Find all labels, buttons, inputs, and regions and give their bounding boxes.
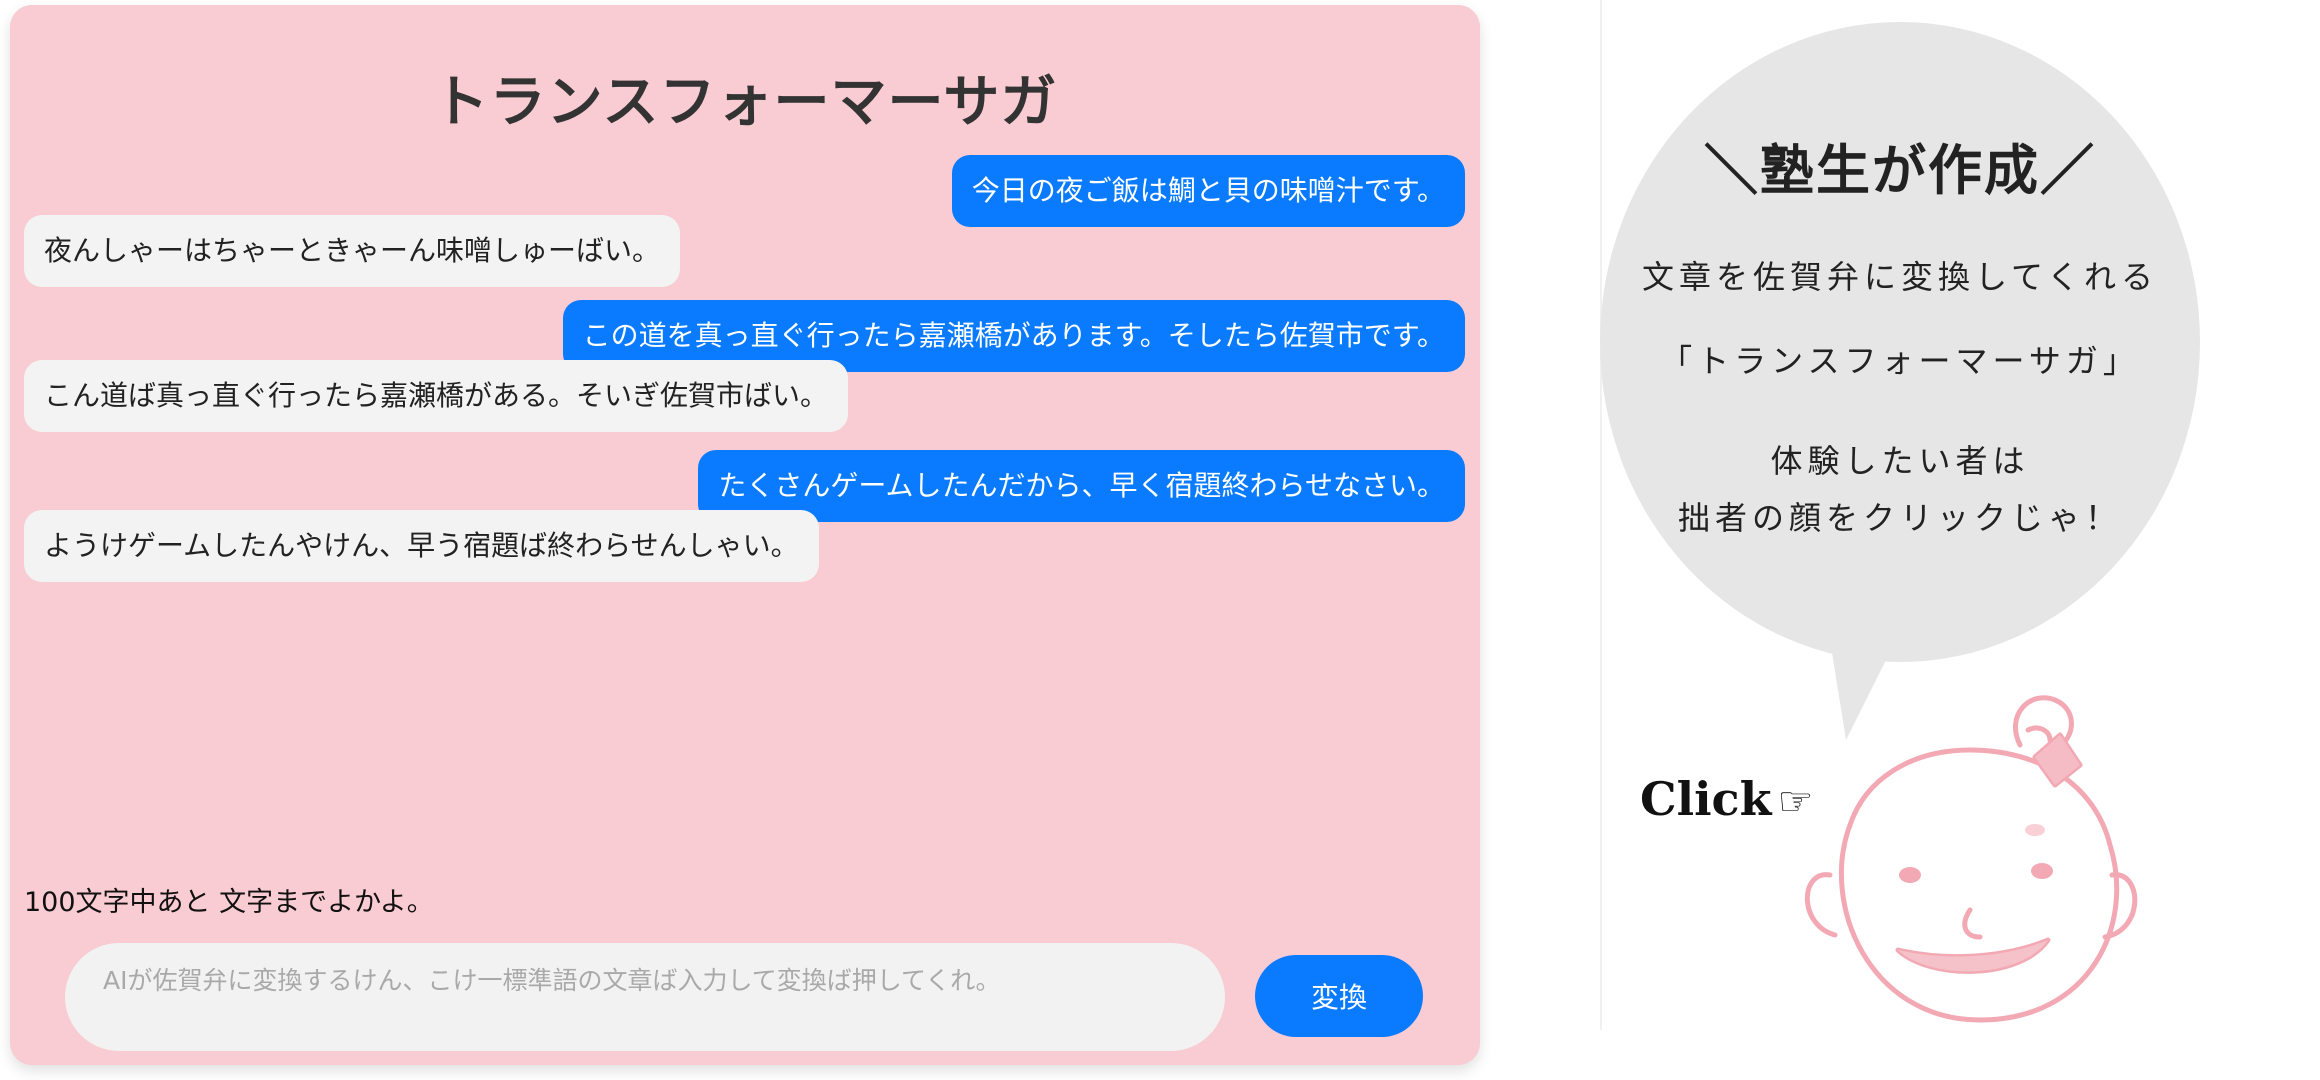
bot-message-bubble: 夜んしゃーはちゃーときゃーん味噌しゅーばい。 [24, 215, 681, 287]
chat-title: トランスフォーマーサガ [432, 70, 1058, 135]
bot-message-bubble: ようけゲームしたんやけん、早う宿題ば終わらせんしゃい。 [24, 510, 819, 582]
page: トランスフォーマーサガ 今日の夜ご飯は鯛と貝の味噌汁です。 夜んしゃーはちゃーと… [0, 0, 2320, 1080]
bot-message-bubble: こん道ば真っ直ぐ行ったら嘉瀬橋がある。そいぎ佐賀市ばい。 [24, 360, 849, 432]
mascot-face-icon[interactable] [1780, 675, 2160, 1035]
user-message-bubble: 今日の夜ご飯は鯛と貝の味噌汁です。 [951, 155, 1465, 227]
promo-app-name: 「トランスフォーマーサガ」 [1660, 342, 2140, 380]
click-label-text: Click [1640, 772, 1772, 826]
message-input[interactable] [65, 943, 1225, 1051]
convert-button[interactable]: 変換 [1255, 955, 1423, 1037]
chat-panel: トランスフォーマーサガ 今日の夜ご飯は鯛と貝の味噌汁です。 夜んしゃーはちゃーと… [10, 5, 1480, 1065]
promo-invite-line: 体験したい者は [1770, 442, 2030, 480]
promo-description: 文章を佐賀弁に変換してくれる [1641, 258, 2159, 296]
promo-click-instruction: 拙者の顔をクリックじゃ！ [1677, 499, 2122, 537]
promo-heading: ＼塾生が作成／ [1704, 138, 2096, 202]
user-message-bubble: たくさんゲームしたんだから、早く宿題終わらせなさい。 [698, 450, 1465, 522]
character-counter: 100文字中あと 文字までよかよ。 [24, 887, 434, 918]
